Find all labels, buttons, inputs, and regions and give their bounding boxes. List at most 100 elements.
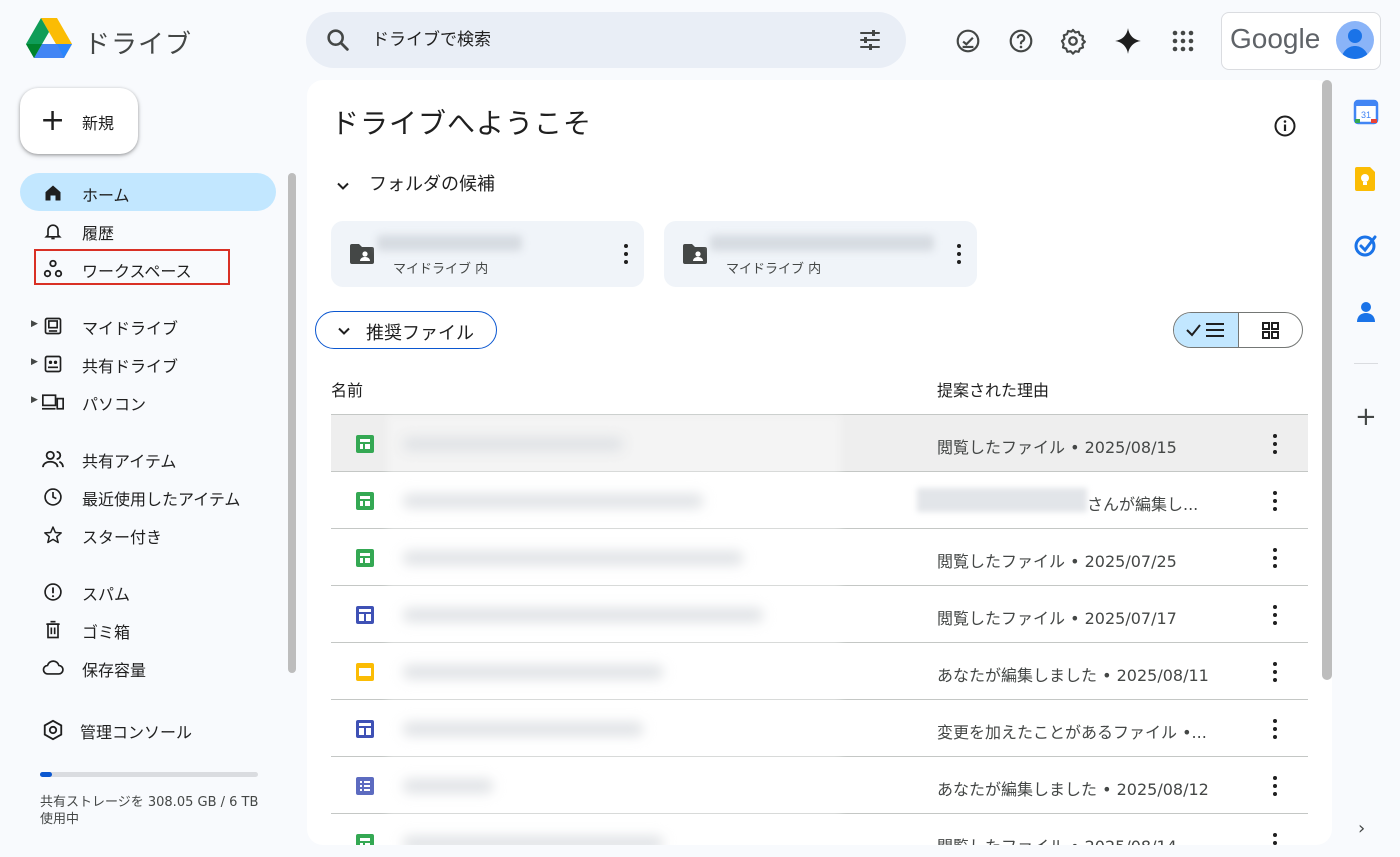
sidebar-item-spam[interactable]: スパム bbox=[20, 572, 276, 610]
more-vert-icon[interactable] bbox=[1271, 490, 1279, 512]
search-input[interactable] bbox=[372, 26, 832, 54]
apps-grid-icon[interactable] bbox=[1168, 26, 1198, 56]
highlight-box bbox=[34, 249, 230, 285]
sidebar-item-recent[interactable]: 最近使用したアイテム bbox=[20, 477, 276, 515]
sidebar-item-shared-with-me[interactable]: 共有アイテム bbox=[20, 439, 276, 477]
chevron-down-icon bbox=[338, 327, 350, 335]
folder-card[interactable]: マイドライブ 内 bbox=[664, 221, 977, 287]
shared-folder-icon bbox=[683, 244, 707, 264]
grid-view-icon bbox=[1262, 322, 1279, 339]
info-icon[interactable] bbox=[1273, 114, 1297, 138]
new-button-label: 新規 bbox=[82, 114, 115, 133]
sidebar-item-trash[interactable]: ゴミ箱 bbox=[20, 610, 276, 648]
shared-folder-icon bbox=[350, 244, 374, 264]
storage-bar bbox=[40, 772, 258, 777]
search-bar[interactable] bbox=[306, 12, 906, 68]
avatar[interactable] bbox=[1336, 21, 1374, 59]
sidebar-item-home[interactable]: ホーム bbox=[20, 173, 276, 211]
keep-icon[interactable] bbox=[1353, 166, 1379, 192]
suggestion-reason: 閲覧したファイル • 2025/08/14 bbox=[937, 833, 1177, 845]
folder-name-redacted bbox=[710, 235, 934, 251]
sheets-file-icon bbox=[355, 833, 375, 845]
calendar-icon[interactable]: 31 bbox=[1353, 99, 1379, 125]
search-icon[interactable] bbox=[324, 26, 352, 54]
google-wordmark: Google bbox=[1230, 23, 1321, 54]
recommended-files-toggle[interactable]: 推奨ファイル bbox=[315, 311, 497, 349]
more-vert-icon[interactable] bbox=[1271, 547, 1279, 569]
more-vert-icon[interactable] bbox=[1271, 433, 1279, 455]
spam-icon bbox=[42, 581, 64, 603]
suggestion-reason: あなたが編集しました • 2025/08/12 bbox=[937, 780, 1209, 799]
offline-status-icon[interactable] bbox=[953, 26, 983, 56]
bell-icon bbox=[42, 220, 64, 242]
add-addon-icon[interactable]: + bbox=[1355, 404, 1377, 430]
new-button[interactable]: + 新規 bbox=[20, 88, 138, 154]
admin-console-icon bbox=[42, 719, 64, 741]
trash-icon bbox=[42, 619, 64, 641]
list-view-icon bbox=[1186, 323, 1224, 337]
sidebar-item-storage[interactable]: 保存容量 bbox=[20, 648, 276, 686]
sidebar-item-history[interactable]: 履歴 bbox=[20, 211, 276, 249]
clock-icon bbox=[42, 486, 64, 508]
sidebar-item-label: 共有ドライブ bbox=[82, 357, 179, 376]
column-header-name[interactable]: 名前 bbox=[331, 377, 363, 401]
expand-caret-icon[interactable]: ▶ bbox=[31, 395, 38, 405]
sheets-file-icon bbox=[355, 491, 375, 511]
more-vert-icon[interactable] bbox=[1271, 661, 1279, 683]
sites-file-icon bbox=[355, 719, 375, 739]
main-panel: ドライブへようこそ フォルダの候補 マイドライブ 内 マイドライブ 内 推奨ファ… bbox=[307, 80, 1332, 845]
tasks-icon[interactable] bbox=[1353, 232, 1379, 258]
sidebar-item-label: マイドライブ bbox=[82, 319, 179, 338]
calendar-day: 31 bbox=[1361, 110, 1371, 120]
people-icon bbox=[42, 448, 64, 470]
more-vert-icon[interactable] bbox=[1271, 832, 1279, 845]
help-icon[interactable] bbox=[1006, 26, 1036, 56]
more-vert-icon[interactable] bbox=[1271, 604, 1279, 626]
sidebar-item-shared-drives[interactable]: ▶ 共有ドライブ bbox=[20, 344, 276, 382]
search-options-icon[interactable] bbox=[858, 28, 882, 52]
sidebar-item-label: スター付き bbox=[82, 528, 163, 547]
more-vert-icon[interactable] bbox=[622, 243, 630, 265]
more-vert-icon[interactable] bbox=[1271, 775, 1279, 797]
sidebar-item-label: 最近使用したアイテム bbox=[82, 490, 241, 509]
sidebar-item-starred[interactable]: スター付き bbox=[20, 515, 276, 553]
app-title: ドライブ bbox=[84, 30, 193, 60]
drive-logo[interactable] bbox=[26, 18, 72, 60]
expand-panel-icon[interactable]: › bbox=[1358, 818, 1365, 839]
sidebar-item-label: パソコン bbox=[82, 395, 147, 414]
view-toggle[interactable] bbox=[1173, 312, 1303, 348]
more-vert-icon[interactable] bbox=[955, 243, 963, 265]
sidebar-item-label: スパム bbox=[82, 585, 131, 604]
sheets-file-icon bbox=[355, 434, 375, 454]
more-vert-icon[interactable] bbox=[1271, 718, 1279, 740]
folder-location: マイドライブ 内 bbox=[726, 262, 822, 277]
folder-card[interactable]: マイドライブ 内 bbox=[331, 221, 644, 287]
list-view-button[interactable] bbox=[1174, 313, 1239, 347]
sidebar-scrollbar[interactable] bbox=[288, 173, 296, 673]
suggestion-reason: 閲覧したファイル • 2025/07/17 bbox=[937, 609, 1177, 628]
contacts-icon[interactable] bbox=[1353, 298, 1379, 324]
suggestion-reason: 変更を加えたことがあるファイル •... bbox=[937, 723, 1207, 742]
chevron-down-icon[interactable] bbox=[333, 176, 353, 196]
sidebar-item-computers[interactable]: ▶ パソコン bbox=[20, 382, 276, 420]
page-title: ドライブへようこそ bbox=[331, 107, 593, 140]
grid-view-button[interactable] bbox=[1239, 313, 1302, 347]
suggestion-reason: 閲覧したファイル • 2025/07/25 bbox=[937, 552, 1177, 571]
gemini-icon[interactable] bbox=[1113, 26, 1143, 56]
expand-caret-icon[interactable]: ▶ bbox=[31, 357, 38, 367]
storage-bar-fill bbox=[40, 772, 52, 777]
account-switcher[interactable]: Google bbox=[1221, 12, 1381, 70]
expand-caret-icon[interactable]: ▶ bbox=[31, 319, 38, 329]
user-name-redacted bbox=[917, 488, 1087, 512]
column-header-reason: 提案された理由 bbox=[937, 381, 1050, 400]
forms-file-icon bbox=[355, 776, 375, 796]
settings-icon[interactable] bbox=[1058, 26, 1088, 56]
sheets-file-icon bbox=[355, 548, 375, 568]
folder-location: マイドライブ 内 bbox=[393, 262, 489, 277]
divider bbox=[1354, 363, 1378, 364]
cloud-icon bbox=[42, 657, 64, 679]
sidebar-item-admin-console[interactable]: 管理コンソール bbox=[20, 710, 276, 748]
main-scrollbar[interactable] bbox=[1322, 80, 1332, 680]
sidebar-item-my-drive[interactable]: ▶ マイドライブ bbox=[20, 306, 276, 344]
sidebar-item-label: 管理コンソール bbox=[80, 723, 193, 742]
